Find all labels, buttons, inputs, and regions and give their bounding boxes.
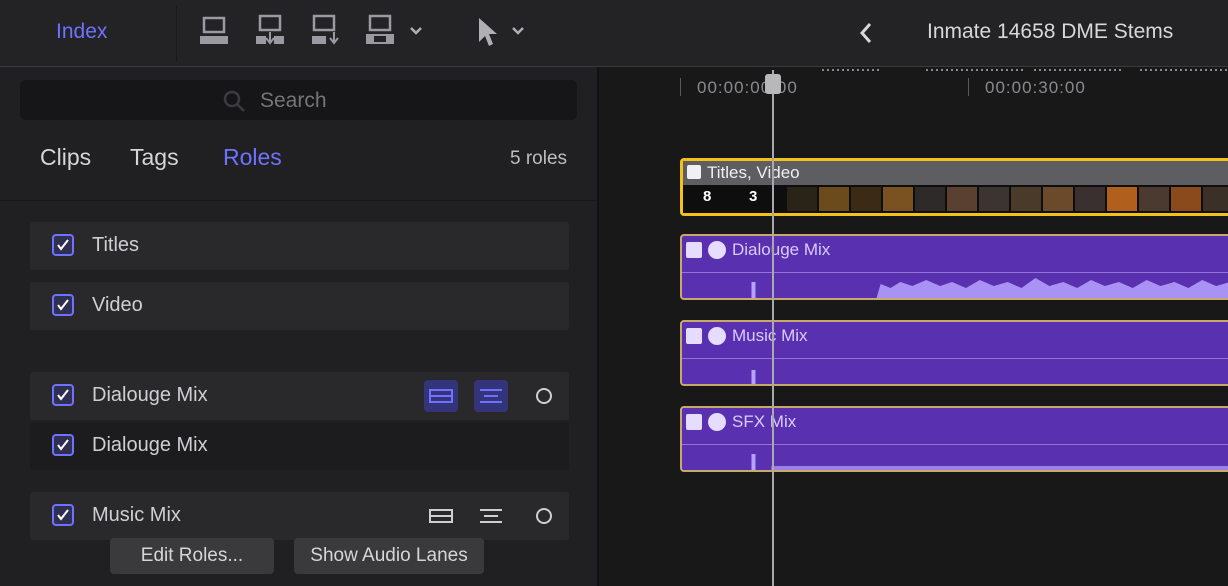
ruler-tick [680,78,681,96]
roles-count: 5 roles [510,148,568,169]
tab-tags[interactable]: Tags [130,144,179,171]
role-checkbox[interactable] [52,384,74,406]
role-checkbox[interactable] [52,504,74,526]
focus-lane-button[interactable] [536,388,552,404]
thumbnail [851,187,881,211]
select-tool-icon[interactable] [476,16,500,53]
audio-clip-dialouge-mix[interactable]: Dialouge Mix [680,234,1228,300]
filmstrip: 8 3 [683,185,1228,213]
project-title: Inmate 14658 DME Stems [927,20,1174,43]
filmstrip-text: 3 [749,188,758,205]
thumbnail [819,187,849,211]
chevron-left-icon[interactable] [856,20,876,51]
audio-waveform [751,278,1228,298]
ruler-dots [822,69,1228,71]
role-label: Video [92,294,143,316]
role-row-video[interactable]: Video [30,282,569,330]
clip-name: SFX Mix [732,412,797,431]
search-input[interactable] [258,88,422,114]
connect-clip-icon[interactable] [198,14,230,48]
clip-header: Titles, Video [683,161,1228,185]
show-audio-lanes-button[interactable]: Show Audio Lanes [294,538,484,574]
subroles-button[interactable] [474,380,508,412]
subrole-row-dialouge-mix[interactable]: Dialouge Mix [30,422,569,470]
playhead-handle[interactable] [765,74,781,94]
role-row-titles[interactable]: Titles [30,222,569,270]
role-label: Titles [92,234,140,256]
filmstrip-text: 8 [703,188,712,205]
playhead[interactable] [772,70,774,586]
role-row-music-mix[interactable]: Music Mix [30,492,569,540]
tab-roles[interactable]: Roles [223,144,282,171]
audio-role-icon [708,327,726,345]
clip-type-icon [686,414,702,430]
thumbnail [947,187,977,211]
chevron-down-icon[interactable] [408,22,424,43]
focus-lane-button[interactable] [536,508,552,524]
clip-name: Dialouge Mix [732,240,831,259]
thumbnail [883,187,913,211]
role-checkbox[interactable] [52,234,74,256]
role-checkbox[interactable] [52,294,74,316]
role-label: Music Mix [92,504,181,526]
role-label: Dialouge Mix [92,384,208,406]
insert-clip-icon[interactable] [254,14,286,48]
overwrite-clip-icon[interactable] [364,14,396,48]
role-checkbox[interactable] [52,434,74,456]
subroles-button[interactable] [474,500,508,532]
divider [0,200,597,201]
chevron-down-icon[interactable] [510,22,526,43]
thumbnail [1107,187,1137,211]
clip-name: Music Mix [732,326,808,345]
clip-title: Titles, Video [707,163,800,182]
show-lane-button[interactable] [424,500,458,532]
audio-clip-sfx-mix[interactable]: SFX Mix [680,406,1228,472]
audio-waveform [751,454,1228,470]
audio-clip-music-mix[interactable]: Music Mix [680,320,1228,386]
video-clip[interactable]: Titles, Video 8 3 [680,158,1228,216]
timecode-start: 00:00:00:00 [697,78,798,97]
thumbnail [1043,187,1073,211]
clip-type-icon [686,328,702,344]
audio-waveform [751,370,756,384]
title-clip-icon [687,165,701,179]
show-lane-button[interactable] [424,380,458,412]
thumbnail [915,187,945,211]
thumbnail [1139,187,1169,211]
audio-role-icon [708,241,726,259]
thumbnail [979,187,1009,211]
audio-role-icon [708,413,726,431]
thumbnail [1203,187,1228,211]
tab-clips[interactable]: Clips [40,144,91,171]
search-icon [222,89,246,118]
timecode-30s: 00:00:30:00 [985,78,1086,97]
thumbnail [1075,187,1105,211]
index-button[interactable]: Index [56,20,107,44]
role-label: Dialouge Mix [92,434,208,456]
clip-type-icon [686,242,702,258]
edit-roles-button[interactable]: Edit Roles... [110,538,274,574]
role-row-dialouge-mix[interactable]: Dialouge Mix [30,372,569,420]
thumbnail [787,187,817,211]
thumbnail [1011,187,1041,211]
ruler-tick [968,78,969,96]
toolbar-divider [176,6,177,62]
thumbnail [1171,187,1201,211]
append-clip-icon[interactable] [310,14,342,48]
